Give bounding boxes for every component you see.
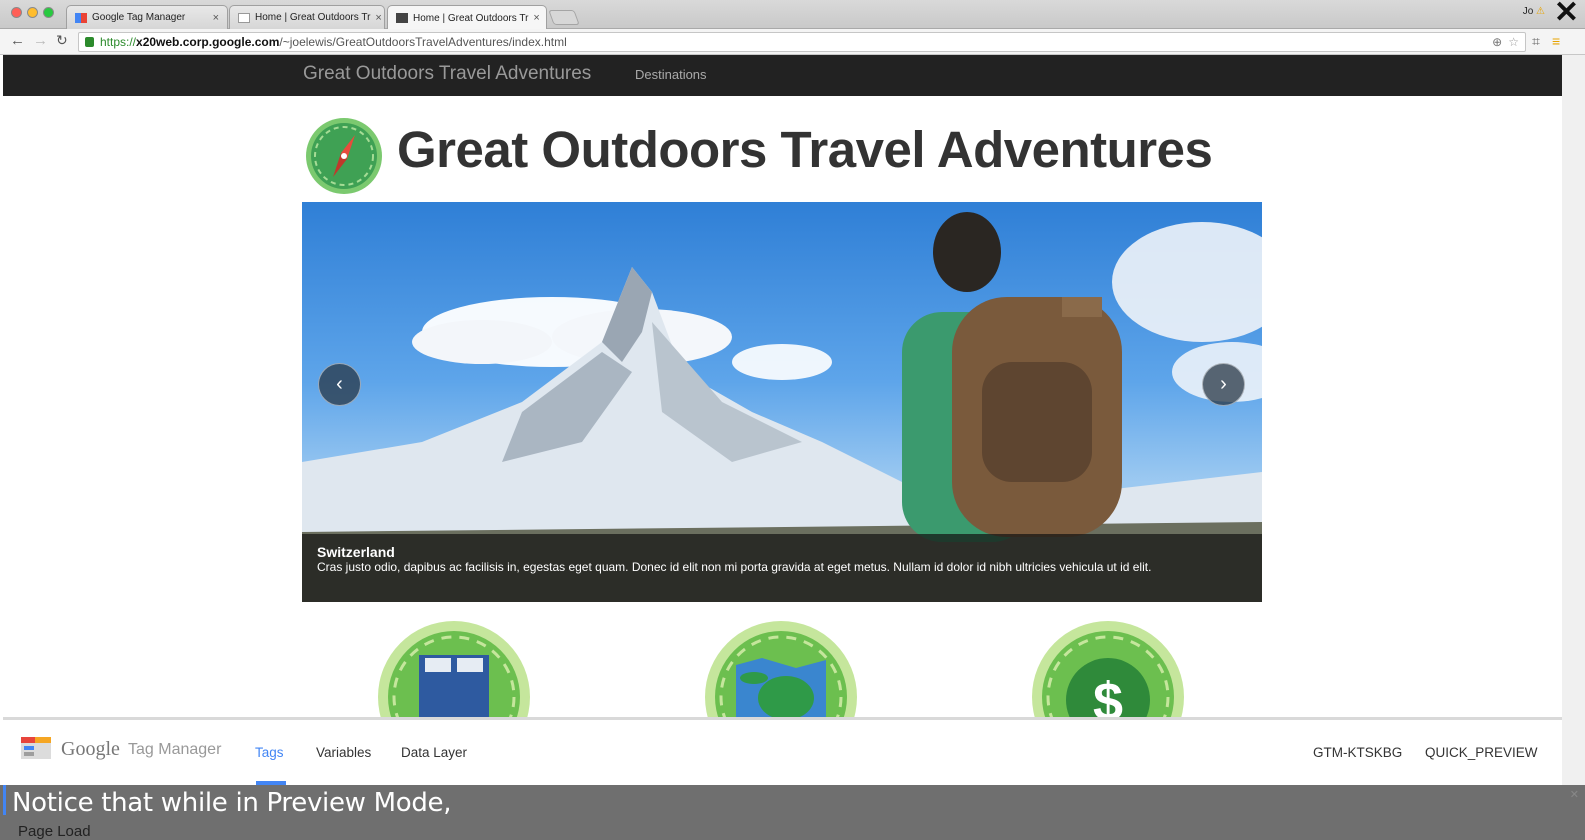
gtm-container-id: GTM-KTSKBG (1313, 745, 1403, 760)
hero-title: Great Outdoors Travel Adventures (397, 121, 1213, 178)
url-scheme: https:// (100, 35, 137, 49)
zoom-icon[interactable]: ⊕ (1492, 35, 1502, 49)
window-minimize-icon[interactable] (27, 7, 38, 18)
tab-label: Google Tag Manager (92, 12, 186, 23)
gtm-tab-variables[interactable]: Variables (316, 745, 371, 760)
subtitle-close-icon[interactable]: ✕ (1570, 788, 1579, 801)
gtm-favicon-icon (75, 12, 87, 23)
tab-close-icon[interactable]: × (533, 12, 539, 24)
bookmark-star-icon[interactable]: ☆ (1508, 35, 1519, 49)
cast-icon[interactable]: ⌗ (1532, 33, 1540, 50)
gtm-brand-google: Google (61, 738, 120, 760)
browser-tab-bar: Google Tag Manager × Home | Great Outdoo… (0, 0, 1585, 30)
gtm-logo-icon (21, 737, 51, 759)
carousel-caption: Switzerland Cras justo odio, dapibus ac … (302, 534, 1262, 602)
hero-carousel[interactable]: ‹ › Switzerland Cras justo odio, dapibus… (302, 202, 1262, 602)
window-zoom-icon[interactable] (43, 7, 54, 18)
browser-tab-gtm[interactable]: Google Tag Manager × (66, 5, 228, 29)
caption-title: Switzerland (317, 544, 395, 560)
gtm-tab-tags[interactable]: Tags (255, 745, 284, 760)
lodging-bed-icon (378, 621, 530, 720)
carousel-prev-button[interactable]: ‹ (318, 363, 361, 406)
nav-destinations-link[interactable]: Destinations (635, 67, 707, 82)
profile-name: Jo (1522, 6, 1534, 17)
url-host: x20web.corp.google.com (136, 35, 280, 49)
window-close-icon[interactable] (11, 7, 22, 18)
compass-logo-icon (306, 118, 382, 194)
lock-icon (85, 37, 94, 47)
gtm-preview-panel: Google Tag Manager Tags Variables Data L… (3, 717, 1562, 785)
svg-text:$: $ (1093, 672, 1123, 720)
back-arrow-icon[interactable]: ← (10, 32, 25, 49)
pricing-dollar-icon: $ (1032, 621, 1184, 720)
folder-favicon-icon (396, 13, 408, 23)
browser-tab-home-2[interactable]: Home | Great Outdoors Tr × (387, 5, 547, 30)
browser-toolbar: ← → ↻ https://x20web.corp.google.com/~jo… (0, 29, 1585, 55)
subtitle-text: Notice that while in Preview Mode, (12, 788, 452, 818)
gtm-preview-label: QUICK_PREVIEW (1425, 745, 1538, 760)
reload-icon[interactable]: ↻ (56, 32, 68, 49)
carousel-next-button[interactable]: › (1202, 363, 1245, 406)
site-brand-link[interactable]: Great Outdoors Travel Adventures (303, 63, 591, 85)
gtm-tab-data-layer[interactable]: Data Layer (401, 745, 467, 760)
tab-close-icon[interactable]: × (375, 12, 381, 24)
browser-tab-home-1[interactable]: Home | Great Outdoors Tr × (229, 5, 385, 29)
close-overlay-icon[interactable]: ✕ (1554, 0, 1579, 28)
tab-label: Home | Great Outdoors Tr (413, 12, 529, 24)
destinations-map-icon (705, 621, 857, 720)
page-right-gutter (1562, 55, 1585, 785)
address-bar[interactable]: https://x20web.corp.google.com/~joelewis… (78, 32, 1526, 52)
profile-label[interactable]: Jo ⚠ (1523, 6, 1545, 17)
new-tab-button[interactable] (548, 10, 580, 25)
tab-close-icon[interactable]: × (213, 12, 219, 24)
warning-icon: ⚠ (1536, 6, 1545, 17)
url-path: /~joelewis/GreatOutdoorsTravelAdventures… (279, 35, 567, 49)
site-navbar: Great Outdoors Travel Adventures Destina… (3, 55, 1562, 96)
gtm-brand-product: Tag Manager (128, 741, 222, 758)
gtm-sidebar-accent (3, 785, 6, 815)
page-favicon-icon (238, 12, 250, 23)
tab-label: Home | Great Outdoors Tr (255, 12, 371, 23)
menu-icon[interactable]: ≡ (1552, 33, 1560, 49)
caption-text: Cras justo odio, dapibus ac facilisis in… (317, 560, 1152, 574)
gtm-event-page-load[interactable]: Page Load (18, 823, 91, 840)
forward-arrow-icon[interactable]: → (33, 32, 48, 49)
